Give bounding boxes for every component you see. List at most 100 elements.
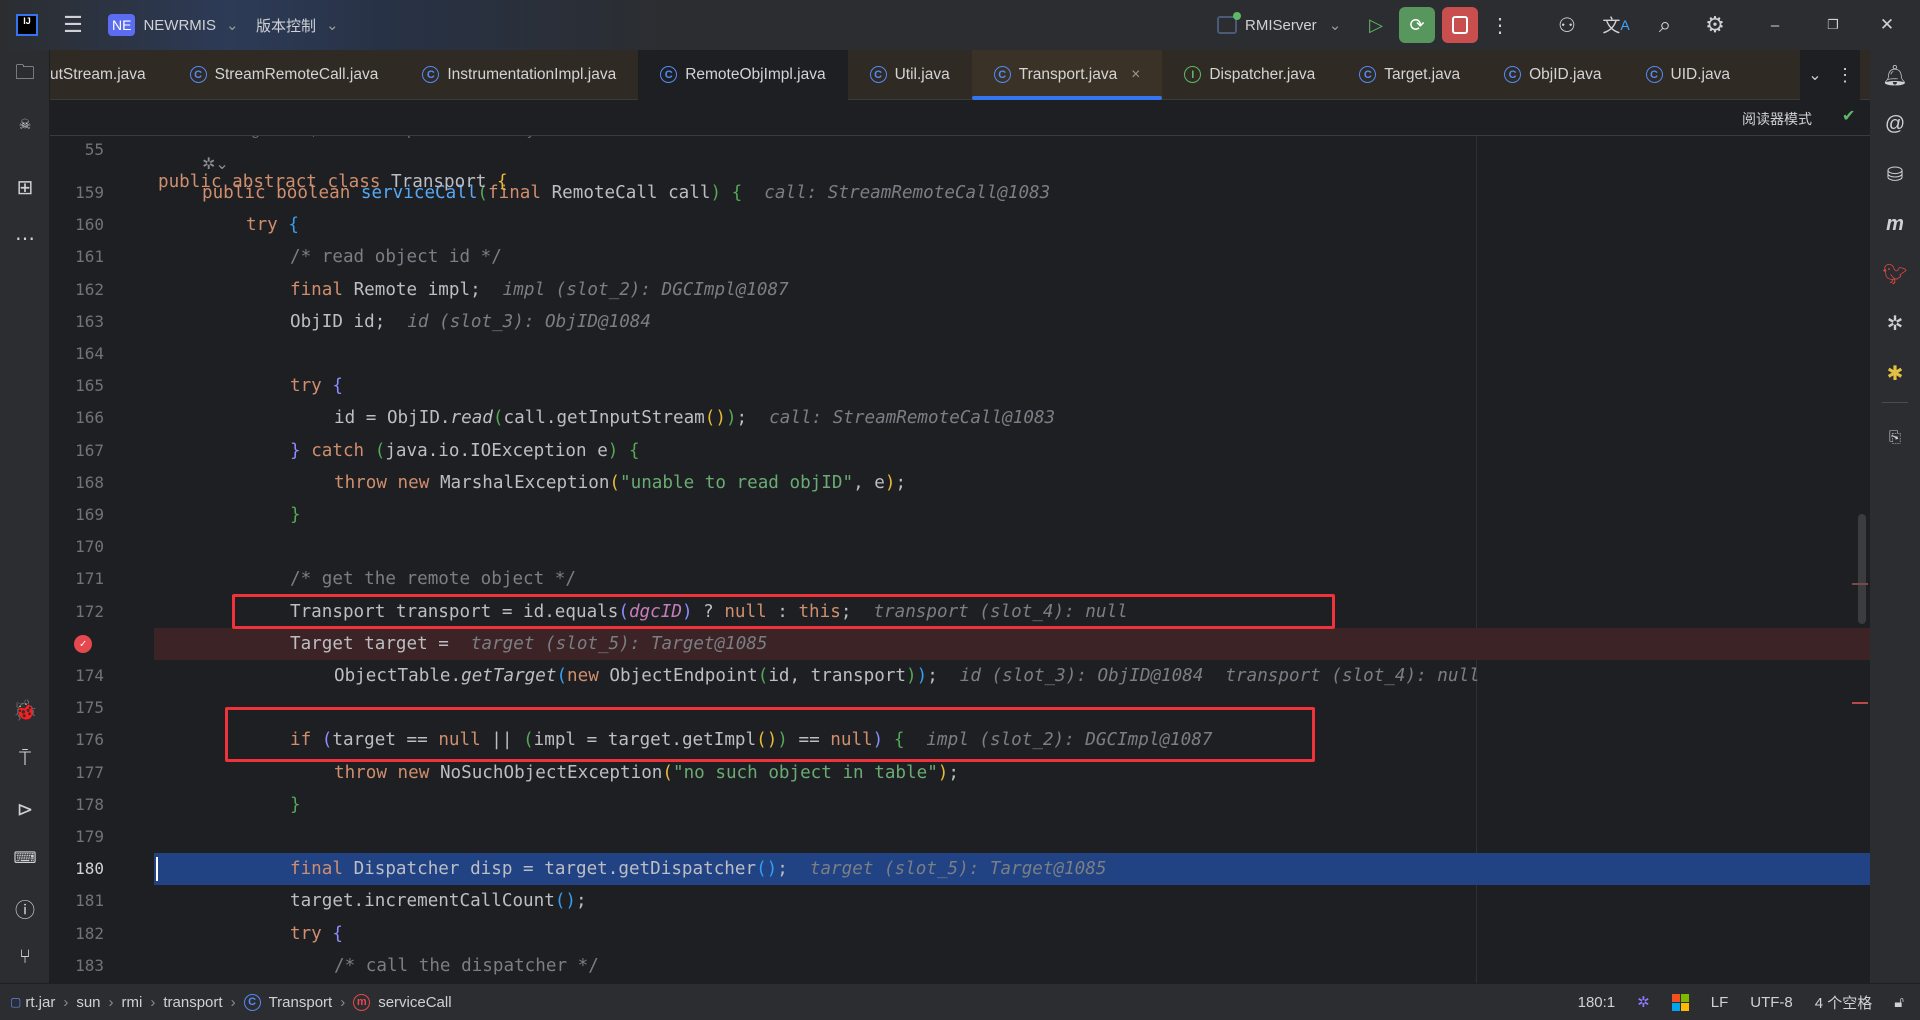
line-number: 168 <box>75 472 104 492</box>
close-tab-icon[interactable]: × <box>1131 66 1140 84</box>
translate-icon[interactable]: 文A <box>1600 0 1632 50</box>
notifications-bell-icon[interactable]: 🔔︎ <box>1870 57 1920 93</box>
lock-icon[interactable]: 🔓︎ <box>1894 994 1904 1011</box>
breadcrumb-item[interactable]: Transport <box>269 994 333 1011</box>
code-token: { <box>628 440 640 461</box>
breadcrumb-item[interactable]: transport <box>163 994 222 1011</box>
code-line[interactable]: 168 throw new MarshalException("unable to… <box>75 467 1870 499</box>
breadcrumb-item[interactable]: rt.jar <box>25 994 55 1011</box>
minimize-button[interactable]: – <box>1760 0 1790 50</box>
gear-icon[interactable]: ⚙ <box>1700 0 1730 50</box>
breadcrumb-item[interactable]: sun <box>76 994 100 1011</box>
resume-icon[interactable]: ▷ <box>1362 0 1390 50</box>
vcs-menu[interactable]: 版本控制 ⌄ <box>256 0 339 50</box>
tab-target[interactable]: C Target.java <box>1337 50 1482 100</box>
tab-instrumentationimpl[interactable]: C InstrumentationImpl.java <box>400 50 638 100</box>
sticky-header[interactable]: 55 public abstract class Transport { 阅读器… <box>50 100 1870 192</box>
add-user-icon[interactable]: ⚇ <box>1552 0 1582 50</box>
execution-line[interactable]: 180 final Dispatcher disp = target.getDis… <box>75 853 1870 886</box>
code-token: ) <box>937 762 949 783</box>
build-icon[interactable]: ⍑ <box>0 741 50 777</box>
code-line[interactable]: 171 /* get the remote object */ <box>75 563 1870 595</box>
team-logo-icon[interactable]: ☠ <box>0 106 50 142</box>
code-line[interactable]: 164 <box>75 338 1870 370</box>
inlay-debug-value: transport (slot_4): null <box>1225 666 1480 686</box>
breakpoint-line[interactable]: ✓ Target target = target (slot_5): Target@… <box>74 627 1870 660</box>
code-line[interactable]: 179 <box>75 821 1870 853</box>
code-line[interactable]: 160 try { <box>75 209 1870 241</box>
ai-plugin-icon[interactable]: ✲ <box>1870 305 1920 341</box>
terminal-icon[interactable]: ⌨ <box>0 840 50 876</box>
git-icon[interactable]: ⑂ <box>0 939 50 975</box>
line-separator[interactable]: LF <box>1711 994 1729 1011</box>
caret-position[interactable]: 180:1 <box>1578 994 1616 1011</box>
file-encoding[interactable]: UTF-8 <box>1750 994 1793 1011</box>
project-selector[interactable]: NE NEWRMIS ⌄ <box>108 0 239 50</box>
editor-scrollbar[interactable] <box>1858 514 1866 624</box>
windows-icon[interactable] <box>1671 993 1689 1011</box>
maven-icon[interactable]: m <box>1870 206 1920 242</box>
translate-document-icon[interactable]: ⎘ <box>1870 419 1920 455</box>
tabs-overflow-chevron[interactable]: ⌄ <box>1800 50 1830 100</box>
code-line[interactable]: 182 try { <box>75 918 1870 950</box>
code-line[interactable]: 166 id = ObjID.read(call.getInputStream()… <box>75 402 1870 434</box>
code-line[interactable]: 169} <box>75 499 1870 531</box>
tab-streamremotecall[interactable]: C StreamRemoteCall.java <box>168 50 401 100</box>
project-folder-icon[interactable]: 🗀 <box>0 57 50 93</box>
ai-assistant-swirl-icon[interactable]: @ <box>1870 106 1920 142</box>
problems-icon[interactable]: ⓘ <box>0 890 50 926</box>
code-token: ; <box>948 762 959 783</box>
more-icon[interactable]: ⋮ <box>1490 0 1510 50</box>
close-window-button[interactable]: ✕ <box>1872 0 1902 50</box>
code-line[interactable]: 174 ObjectTable.getTarget(new ObjectEndpo… <box>75 660 1870 692</box>
code-line[interactable]: 163 ObjID id; id (slot_3): ObjID@1084 <box>75 306 1870 338</box>
tab-remoteobjimpl[interactable]: C RemoteObjImpl.java <box>638 49 848 100</box>
restore-button[interactable]: ❐ <box>1818 0 1848 50</box>
bug-plugin-icon[interactable]: ✱ <box>1870 355 1920 391</box>
tab-transport[interactable]: C Transport.java × <box>971 49 1163 100</box>
stop-button[interactable] <box>1442 7 1478 43</box>
code-token: NoSuchObjectException <box>439 762 663 783</box>
app-logo[interactable]: IJ <box>12 0 42 50</box>
code-line[interactable]: 165 try { <box>75 370 1870 402</box>
structure-icon[interactable]: ⊞ <box>0 169 50 205</box>
tab-uid[interactable]: C UID.java <box>1624 50 1752 100</box>
more-tools-icon[interactable]: ⋯ <box>0 220 50 256</box>
rerun-debug-button[interactable]: ⟳ <box>1399 7 1435 43</box>
breadcrumb-item[interactable]: rmi <box>122 994 143 1011</box>
tabs-more-icon[interactable]: ⋮ <box>1830 50 1860 100</box>
services-run-icon[interactable]: ⊳ <box>0 791 50 827</box>
run-config-selector[interactable]: RMIServer ⌄ <box>1217 0 1341 50</box>
ai-status-icon[interactable]: ✲ <box>1637 993 1650 1011</box>
inspection-ok-icon[interactable]: ✔ <box>1842 106 1855 126</box>
tab-objid[interactable]: C ObjID.java <box>1482 50 1623 100</box>
code-token: () <box>704 408 726 429</box>
code-token: ) <box>916 666 928 686</box>
tab-util[interactable]: C Util.java <box>848 50 972 100</box>
debug-icon[interactable]: 🐞 <box>0 692 50 728</box>
bird-plugin-icon[interactable]: 🐦︎ <box>1870 256 1920 292</box>
code-token: read <box>450 408 493 429</box>
sticky-code: public abstract class Transport { <box>158 166 508 198</box>
breakpoint-icon[interactable]: ✓ <box>74 634 92 653</box>
reader-mode-button[interactable]: 阅读器模式 <box>1742 109 1812 129</box>
class-icon: C <box>243 993 261 1011</box>
class-icon: C <box>1645 66 1663 83</box>
breadcrumb-item[interactable]: serviceCall <box>378 994 451 1011</box>
tab-dispatcher[interactable]: I Dispatcher.java <box>1162 50 1337 100</box>
tab-utstream[interactable]: utStream.java <box>50 50 168 100</box>
database-icon[interactable]: ⛁ <box>1870 156 1920 192</box>
code-line[interactable]: 178} <box>75 789 1870 821</box>
code-line[interactable]: 161 /* read object id */ <box>75 241 1870 273</box>
search-icon[interactable]: ⌕ <box>1650 0 1680 50</box>
code-line[interactable]: 170 <box>75 531 1870 563</box>
code-line[interactable]: 167} catch (java.io.IOException e) { <box>75 435 1870 467</box>
code-line[interactable]: 162 final Remote impl; impl (slot_2): DGCI… <box>75 274 1870 306</box>
code-token: ( <box>662 762 673 783</box>
indent-setting[interactable]: 4 个空格 <box>1815 992 1873 1013</box>
code-line[interactable]: 181 target.incrementCallCount(); <box>75 885 1870 917</box>
code-editor[interactable]: 55 public abstract class Transport { 阅读器… <box>50 100 1870 983</box>
code-line[interactable]: 183 /* call the dispatcher */ <box>75 950 1870 982</box>
main-menu-icon[interactable]: ☰ <box>58 0 88 50</box>
